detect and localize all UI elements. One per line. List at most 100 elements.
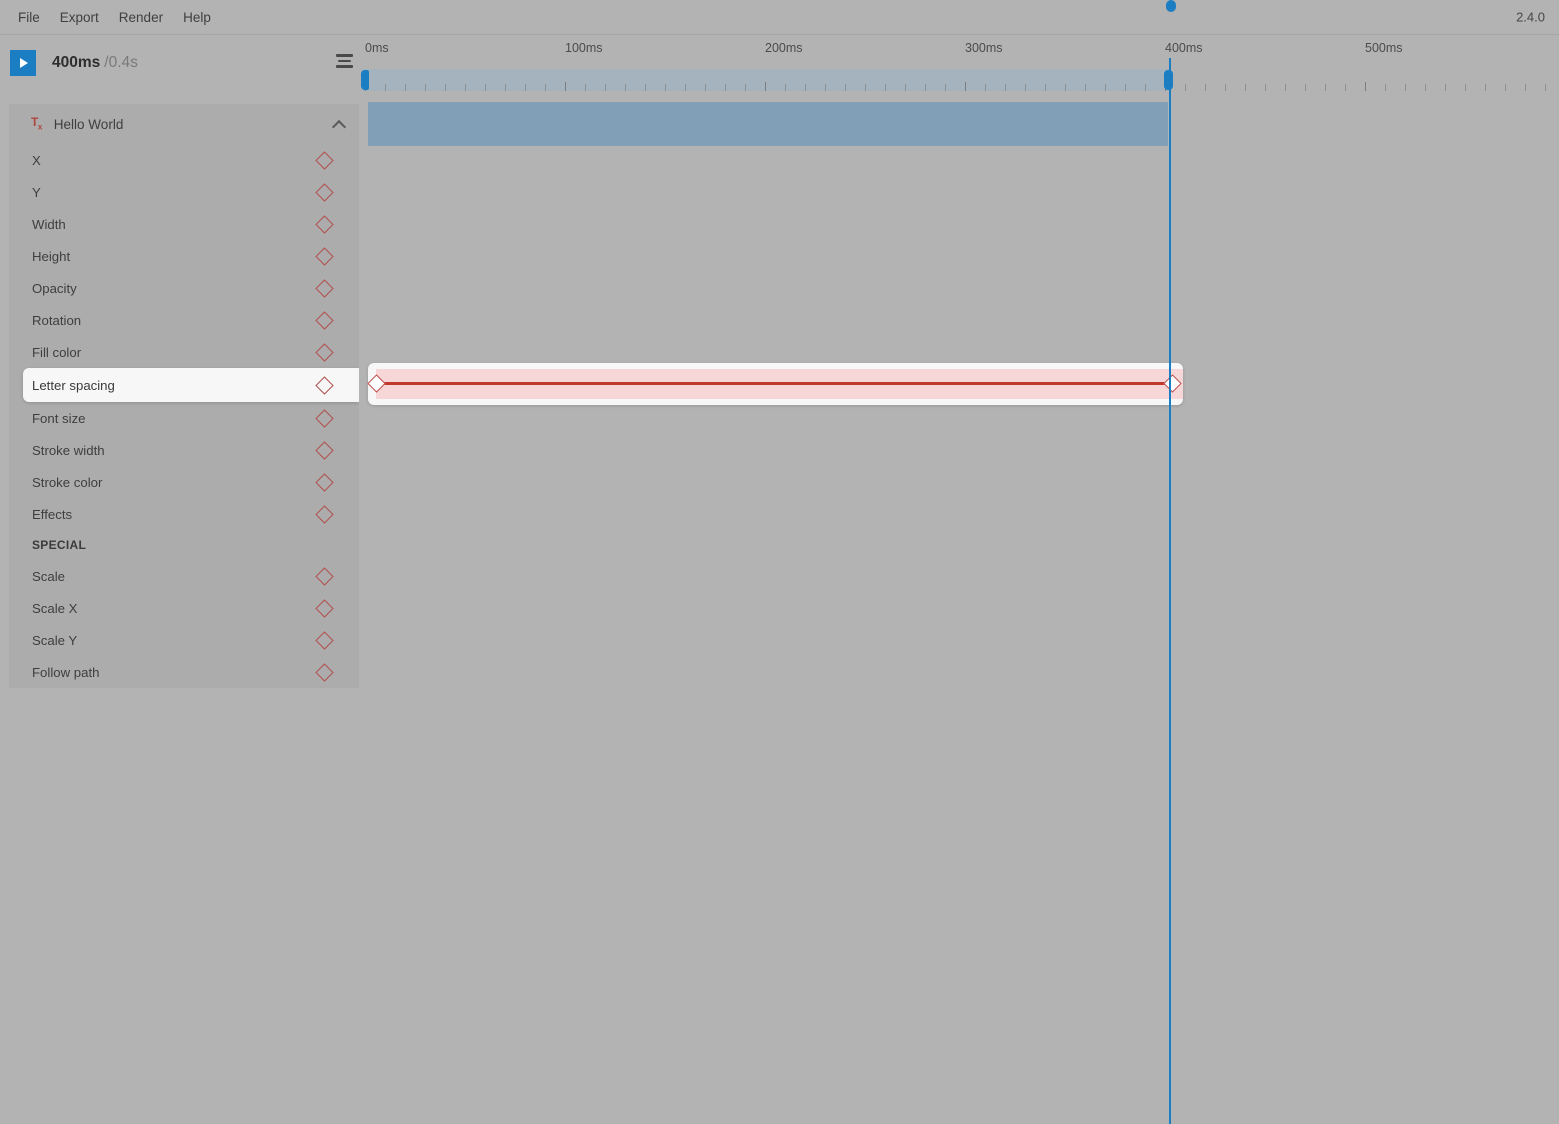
ruler-tick bbox=[1325, 84, 1326, 91]
ruler-tick bbox=[1505, 84, 1506, 91]
add-keyframe-icon[interactable] bbox=[315, 375, 334, 395]
ruler-tick bbox=[1185, 84, 1186, 91]
add-keyframe-icon[interactable] bbox=[315, 662, 334, 682]
ruler-tick bbox=[745, 84, 746, 91]
add-keyframe-icon[interactable] bbox=[315, 342, 334, 362]
property-label: Stroke width bbox=[32, 442, 105, 458]
add-keyframe-icon[interactable] bbox=[315, 566, 334, 586]
ruler-tick bbox=[1305, 84, 1306, 91]
ruler-label: 400ms bbox=[1165, 41, 1203, 55]
add-keyframe-icon[interactable] bbox=[315, 504, 334, 524]
property-row-height[interactable]: Height bbox=[9, 240, 359, 272]
time-readout: 400ms /0.4s bbox=[52, 54, 138, 72]
property-row-stroke-color[interactable]: Stroke color bbox=[9, 466, 359, 498]
property-row-y[interactable]: Y bbox=[9, 176, 359, 208]
property-row-rotation[interactable]: Rotation bbox=[9, 304, 359, 336]
ruler-tick bbox=[1125, 84, 1126, 91]
keyframe-track-letter-spacing[interactable] bbox=[367, 363, 1183, 405]
scrubber-handle-start[interactable] bbox=[361, 70, 369, 90]
ruler-tick bbox=[965, 82, 966, 91]
timeline-body[interactable] bbox=[359, 91, 1559, 1124]
ruler-tick bbox=[765, 82, 766, 91]
property-row-x[interactable]: X bbox=[9, 144, 359, 176]
ruler-tick bbox=[1265, 84, 1266, 91]
property-row-effects[interactable]: Effects bbox=[9, 498, 359, 530]
ruler-tick bbox=[1485, 84, 1486, 91]
property-row-letter-spacing[interactable]: Letter spacing bbox=[23, 368, 359, 402]
ruler-tick bbox=[1225, 84, 1226, 91]
ruler-tick bbox=[1285, 84, 1286, 91]
scrubber-handle-end[interactable] bbox=[1164, 70, 1173, 90]
add-keyframe-icon[interactable] bbox=[315, 598, 334, 618]
add-keyframe-icon[interactable] bbox=[315, 278, 334, 298]
property-label: Scale bbox=[32, 568, 65, 584]
ruler-tick bbox=[1085, 84, 1086, 91]
add-keyframe-icon[interactable] bbox=[315, 440, 334, 460]
ruler-tick bbox=[505, 84, 506, 91]
add-keyframe-icon[interactable] bbox=[315, 310, 334, 330]
version-label: 2.4.0 bbox=[1516, 9, 1545, 25]
play-icon bbox=[20, 57, 28, 68]
add-keyframe-icon[interactable] bbox=[315, 182, 334, 202]
layer-header[interactable]: Tx Hello World bbox=[9, 104, 359, 144]
property-label: Fill color bbox=[32, 344, 82, 360]
hamburger-line-2 bbox=[338, 59, 351, 63]
add-keyframe-icon[interactable] bbox=[315, 472, 334, 492]
animation-editor-window: File Export Render Help 2.4.0 400ms /0.4… bbox=[0, 0, 1559, 1124]
property-row-width[interactable]: Width bbox=[9, 208, 359, 240]
timeline-ruler[interactable]: 0ms 100ms 200ms 300ms 400ms 500ms bbox=[359, 35, 1559, 69]
menu-help[interactable]: Help bbox=[173, 6, 221, 29]
playhead-handle[interactable] bbox=[1166, 0, 1176, 12]
menubar: File Export Render Help 2.4.0 bbox=[0, 0, 1559, 35]
play-button[interactable] bbox=[10, 49, 36, 76]
timeline-scrubber[interactable] bbox=[359, 69, 1559, 91]
add-keyframe-icon[interactable] bbox=[315, 408, 334, 428]
ruler-tick bbox=[785, 84, 786, 91]
ruler-tick bbox=[985, 84, 986, 91]
ruler-tick bbox=[605, 84, 606, 91]
ruler-tick bbox=[885, 84, 886, 91]
property-row-fill-color[interactable]: Fill color bbox=[9, 336, 359, 368]
property-row-scale[interactable]: Scale bbox=[9, 560, 359, 592]
hamburger-line-3 bbox=[336, 65, 353, 68]
property-label: Follow path bbox=[32, 664, 100, 680]
add-keyframe-icon[interactable] bbox=[315, 630, 334, 650]
ruler-tick bbox=[445, 84, 446, 91]
hamburger-line-1 bbox=[336, 54, 353, 57]
ruler-tick bbox=[1345, 84, 1346, 91]
property-label: Width bbox=[32, 216, 66, 232]
ruler-tick bbox=[805, 84, 806, 91]
ruler-tick bbox=[1245, 84, 1246, 91]
ruler-tick bbox=[1005, 84, 1006, 91]
ruler-tick bbox=[565, 82, 566, 91]
ruler-tick bbox=[485, 84, 486, 91]
property-row-scale-y[interactable]: Scale Y bbox=[9, 624, 359, 656]
property-row-font-size[interactable]: Font size bbox=[9, 402, 359, 434]
current-time-label: 400ms bbox=[52, 53, 101, 71]
add-keyframe-icon[interactable] bbox=[315, 150, 334, 170]
add-keyframe-icon[interactable] bbox=[315, 214, 334, 234]
menu-render[interactable]: Render bbox=[109, 6, 173, 29]
ruler-tick bbox=[385, 84, 386, 91]
timeline-options-icon[interactable] bbox=[336, 54, 353, 68]
text-layer-icon: Tx bbox=[31, 115, 42, 132]
property-row-follow-path[interactable]: Follow path bbox=[9, 656, 359, 688]
menu-file[interactable]: File bbox=[8, 6, 50, 29]
chevron-up-icon[interactable] bbox=[333, 118, 345, 130]
property-label: Scale Y bbox=[32, 632, 78, 648]
transport-toolbar: 400ms /0.4s bbox=[0, 35, 359, 90]
ruler-tick bbox=[1025, 84, 1026, 91]
ruler-label: 100ms bbox=[565, 41, 603, 55]
property-list: X Y Width Height Opacity Rotation Fill color Le… bbox=[9, 144, 359, 688]
layer-name: Hello World bbox=[53, 116, 124, 132]
ruler-label: 0ms bbox=[365, 41, 389, 55]
ruler-tick bbox=[685, 84, 686, 91]
property-row-opacity[interactable]: Opacity bbox=[9, 272, 359, 304]
property-label: Effects bbox=[32, 506, 73, 522]
property-row-scale-x[interactable]: Scale X bbox=[9, 592, 359, 624]
ruler-tick bbox=[825, 84, 826, 91]
layer-duration-bar[interactable] bbox=[368, 102, 1168, 146]
property-row-stroke-width[interactable]: Stroke width bbox=[9, 434, 359, 466]
menu-export[interactable]: Export bbox=[50, 6, 109, 29]
add-keyframe-icon[interactable] bbox=[315, 246, 334, 266]
